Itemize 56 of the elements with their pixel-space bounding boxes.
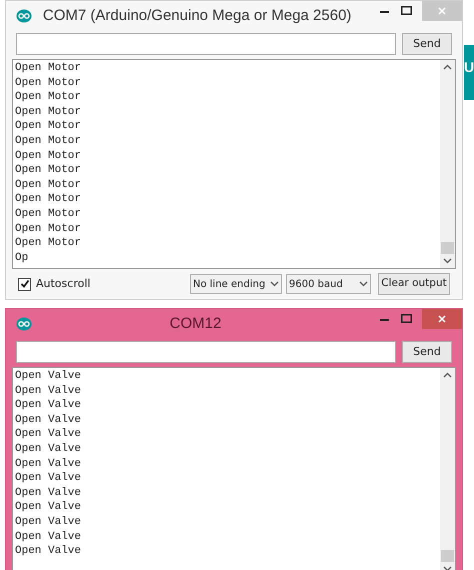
output-line: Open Motor bbox=[15, 134, 82, 149]
dropdown-caret-icon[interactable] bbox=[270, 281, 279, 287]
close-icon bbox=[438, 315, 446, 323]
maximize-icon[interactable] bbox=[401, 6, 412, 15]
output-line: Open Valve bbox=[15, 471, 82, 486]
background-app-banner: U bbox=[464, 45, 474, 100]
line-ending-dropdown[interactable]: No line ending bbox=[190, 274, 282, 294]
output-line: Open Valve bbox=[15, 456, 82, 472]
output-line: Open Valve bbox=[15, 486, 82, 500]
autoscroll-label: Autoscroll bbox=[36, 276, 90, 292]
send-button[interactable]: Send bbox=[402, 341, 452, 363]
output-line: Open Valve bbox=[15, 514, 82, 530]
autoscroll-checkbox[interactable] bbox=[18, 278, 31, 290]
output-line: Open Motor bbox=[15, 104, 82, 120]
output-line: Open Motor bbox=[15, 163, 82, 178]
output-line: Open Valve bbox=[15, 442, 82, 457]
output-line: Open Motor bbox=[15, 61, 82, 76]
scrollbar[interactable] bbox=[440, 368, 455, 570]
infinity-logo-icon bbox=[16, 317, 32, 331]
output-line: Open Motor bbox=[15, 236, 82, 251]
scroll-up-icon[interactable] bbox=[443, 372, 452, 378]
dropdown-caret-icon[interactable] bbox=[359, 281, 368, 287]
scroll-thumb[interactable] bbox=[441, 550, 454, 562]
output-line: Open Valve bbox=[15, 500, 82, 515]
output-line: Open Valve bbox=[15, 398, 82, 413]
scroll-up-icon[interactable] bbox=[443, 64, 452, 70]
output-line: Open Valve bbox=[15, 427, 82, 442]
clear-output-button[interactable]: Clear output bbox=[378, 273, 450, 295]
baud-rate-dropdown[interactable]: 9600 baud bbox=[286, 274, 371, 294]
output-line: Open Motor bbox=[15, 76, 82, 90]
message-input-field[interactable] bbox=[16, 341, 396, 363]
output-line: Open Valve bbox=[15, 412, 82, 428]
output-line: Open Motor bbox=[15, 90, 82, 105]
output-line: Open Valve bbox=[15, 369, 82, 384]
message-input-field[interactable] bbox=[16, 33, 396, 55]
window-title: COM12 bbox=[168, 314, 222, 334]
infinity-logo-icon bbox=[16, 9, 32, 23]
close-icon bbox=[438, 7, 446, 15]
output-line: Open Motor bbox=[15, 222, 82, 236]
scroll-thumb[interactable] bbox=[441, 242, 454, 254]
output-line: Open Valve bbox=[15, 530, 82, 544]
output-line: Open Motor bbox=[15, 192, 82, 207]
window-title: COM7 (Arduino/Genuino Mega or Mega 2560) bbox=[42, 6, 352, 26]
minimize-icon[interactable] bbox=[380, 11, 389, 14]
output-line: Open Valve bbox=[15, 384, 82, 398]
scrollbar[interactable] bbox=[440, 60, 455, 268]
output-line: Open Motor bbox=[15, 178, 82, 192]
close-button[interactable] bbox=[422, 309, 462, 329]
scroll-down-icon[interactable] bbox=[443, 258, 452, 264]
output-line: Open Motor bbox=[15, 206, 82, 222]
output-line: Open Motor bbox=[15, 119, 82, 134]
output-line: Open Motor bbox=[15, 148, 82, 164]
checkmark-icon bbox=[20, 279, 30, 289]
output-line: Op bbox=[15, 250, 28, 266]
send-button[interactable]: Send bbox=[402, 33, 452, 55]
output-line: Open Valve bbox=[15, 544, 82, 559]
